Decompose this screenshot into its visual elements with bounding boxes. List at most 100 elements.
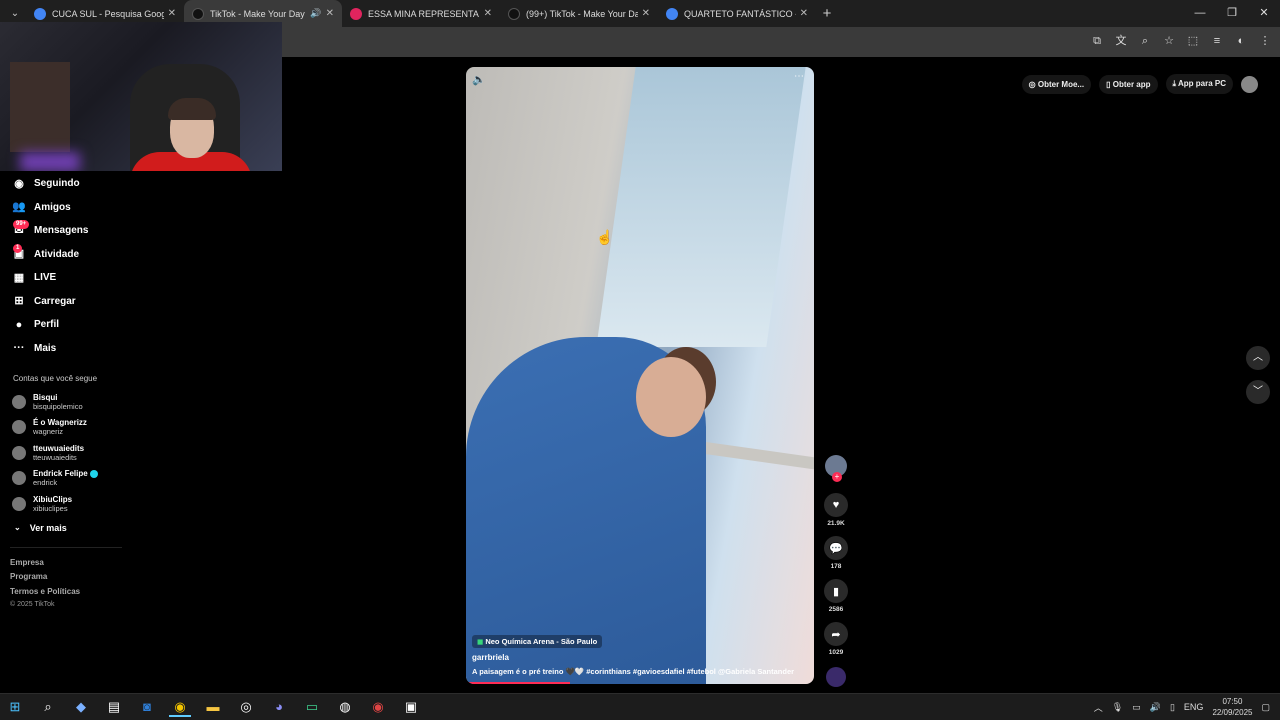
comment-icon: 💬 [829,542,843,555]
outlook-icon[interactable]: ◙ [136,697,158,717]
clock-time: 07:50 [1222,697,1243,706]
network-icon[interactable]: ▭ [1132,702,1141,713]
like-button[interactable]: ♥ [824,493,848,517]
sidebar-item-label: LIVE [34,272,57,284]
extensions-icon[interactable]: ⬚ [1186,34,1200,48]
sidebar-item-live[interactable]: ▦ LIVE [0,266,126,290]
pc-app-label: App para PC [1177,79,1226,88]
store-icon[interactable]: ▤ [103,697,125,717]
pc-app-button[interactable]: ⤓ App para PC [1165,74,1233,94]
search-icon[interactable]: ⌕ [37,697,59,717]
obs-icon[interactable]: ◉ [367,697,389,717]
footer-link-company[interactable]: Empresa [0,558,126,573]
tab-title: TikTok - Make Your Day [210,8,305,19]
coin-icon: ◎ [1028,79,1038,89]
cast-icon[interactable]: ⧉ [1090,34,1104,48]
follow-plus-icon[interactable]: + [832,472,842,482]
tiktok-favicon-icon [192,7,204,20]
tab-audio-icon[interactable]: 🔊 [310,8,321,19]
previous-video-button[interactable]: ︿ [1246,346,1270,370]
get-coins-button[interactable]: ◎ Obter Moe... [1021,74,1092,94]
share-button[interactable]: ➦ [824,622,848,646]
close-tab-icon[interactable]: ✕ [326,8,334,19]
reading-list-icon[interactable]: ≡ [1210,34,1224,48]
sidebar-item-messages[interactable]: ✉ 99+ Mensagens [0,219,126,243]
browser-tab[interactable]: ESSA MINA REPRESENTA - TÁ T ✕ [342,0,500,27]
close-tab-icon[interactable]: ✕ [484,8,492,19]
footer-link-program[interactable]: Programa [0,572,126,587]
webcam-shelf [10,62,70,152]
sidebar-item-following[interactable]: ◉ Seguindo [0,172,126,196]
followed-account[interactable]: Endrick Felipe endrick [0,466,126,492]
video-more-icon[interactable]: ⋯ [794,71,804,82]
activity-badge: 1 [13,243,23,253]
followed-account[interactable]: É o Wagnerizz wagneriz [0,415,126,441]
top-right-controls: ◎ Obter Moe... ▯ Obter app ⤓ App para PC [1021,74,1258,94]
close-tab-icon[interactable]: ✕ [168,8,176,19]
menu-dots-icon[interactable]: ⋮ [1258,34,1272,48]
restore-icon[interactable]: ❐ [1216,0,1248,27]
comment-count: 178 [830,563,842,570]
bookmark-star-icon[interactable]: ☆ [1162,34,1176,48]
epic-games-icon[interactable]: ▣ [400,697,422,717]
video-progress-bar[interactable] [466,682,571,684]
account-name: É o Wagnerizz [33,418,87,428]
sidebar-item-profile[interactable]: ● Perfil [0,313,126,337]
tab-title: (99+) TikTok - Make Your Day [526,8,638,19]
terminal-icon[interactable]: ▭ [301,697,323,717]
sidebar-item-label: Seguindo [34,178,80,190]
close-tab-icon[interactable]: ✕ [642,8,650,19]
steam-icon[interactable]: ◍ [334,697,356,717]
speaker-icon[interactable]: 🔊 [1150,702,1161,713]
windows-start-icon[interactable]: ⊞ [4,697,26,717]
share-count: 1029 [828,649,844,656]
tray-chevron-icon[interactable]: ︿ [1094,701,1103,714]
notifications-icon[interactable]: ▢ [1261,702,1270,713]
discord-icon[interactable]: ◕ [268,697,290,717]
clock[interactable]: 07:50 22/09/2025 [1212,696,1252,718]
hand-cursor-icon: ☝ [596,229,614,245]
sidebar-item-upload[interactable]: ⊞ Carregar [0,290,126,314]
copyright: © 2025 TikTok [10,601,55,608]
tab-search-button[interactable]: ⌄ [4,4,26,24]
browser-tab[interactable]: QUARTETO FANTÁSTICO - Pesq ✕ [658,0,816,27]
live-icon: ▦ [13,271,25,284]
volume-icon[interactable]: 🔈 [472,73,486,86]
next-video-button[interactable]: ﹀ [1246,380,1270,404]
chrome-icon[interactable]: ◉ [169,697,191,717]
location-tag[interactable]: ◼ Neo Química Arena - São Paulo [472,635,603,648]
creator-avatar[interactable]: + [825,455,847,482]
copilot-icon[interactable]: ◆ [70,697,92,717]
followed-account[interactable]: Bisqui bisquipolemico [0,389,126,415]
music-disc-icon[interactable] [826,667,846,687]
minimize-icon[interactable]: — [1184,0,1216,27]
browser-tab[interactable]: (99+) TikTok - Make Your Day ✕ [500,0,658,27]
user-avatar[interactable] [1241,75,1258,93]
profile-icon[interactable]: ◐ [1234,34,1248,48]
footer-link-terms[interactable]: Termos e Políticas [0,587,126,602]
following-accounts-title: Contas que você segue [13,374,98,383]
avatar [12,420,26,435]
sidebar-item-activity[interactable]: ▣ 1 Atividade [0,243,126,267]
video-author[interactable]: garrbriela [472,653,509,662]
comment-button[interactable]: 💬 [824,536,848,560]
close-tab-icon[interactable]: ✕ [800,8,808,19]
followed-account[interactable]: XibiuClips xibiuclipes [0,491,126,517]
save-button[interactable]: ▮ [824,579,848,603]
avatar [12,471,26,486]
microphone-icon[interactable]: 🎙 [1112,702,1123,713]
file-explorer-icon[interactable]: ▬ [202,697,224,717]
video-player[interactable]: 🔈 ⋯ ◼ Neo Química Arena - São Paulo garr… [466,67,814,684]
new-tab-button[interactable]: + [816,5,838,22]
sidebar-item-friends[interactable]: 👥 Amigos [0,196,126,220]
followed-account[interactable]: tteuwuaiedits tteuwuaiedits [0,440,126,466]
see-more-button[interactable]: ⌄ Ver mais [0,517,126,539]
battery-icon[interactable]: ▯ [1170,702,1175,713]
translate-icon[interactable]: 文 [1114,34,1128,48]
get-app-button[interactable]: ▯ Obter app [1099,74,1158,94]
sidebar-item-more[interactable]: ··· Mais [0,337,126,361]
language-indicator[interactable]: ENG [1184,702,1204,712]
zoom-icon[interactable]: ⌕ [1138,34,1152,48]
close-window-icon[interactable]: ✕ [1248,0,1280,27]
app-icon[interactable]: ◎ [235,697,257,717]
